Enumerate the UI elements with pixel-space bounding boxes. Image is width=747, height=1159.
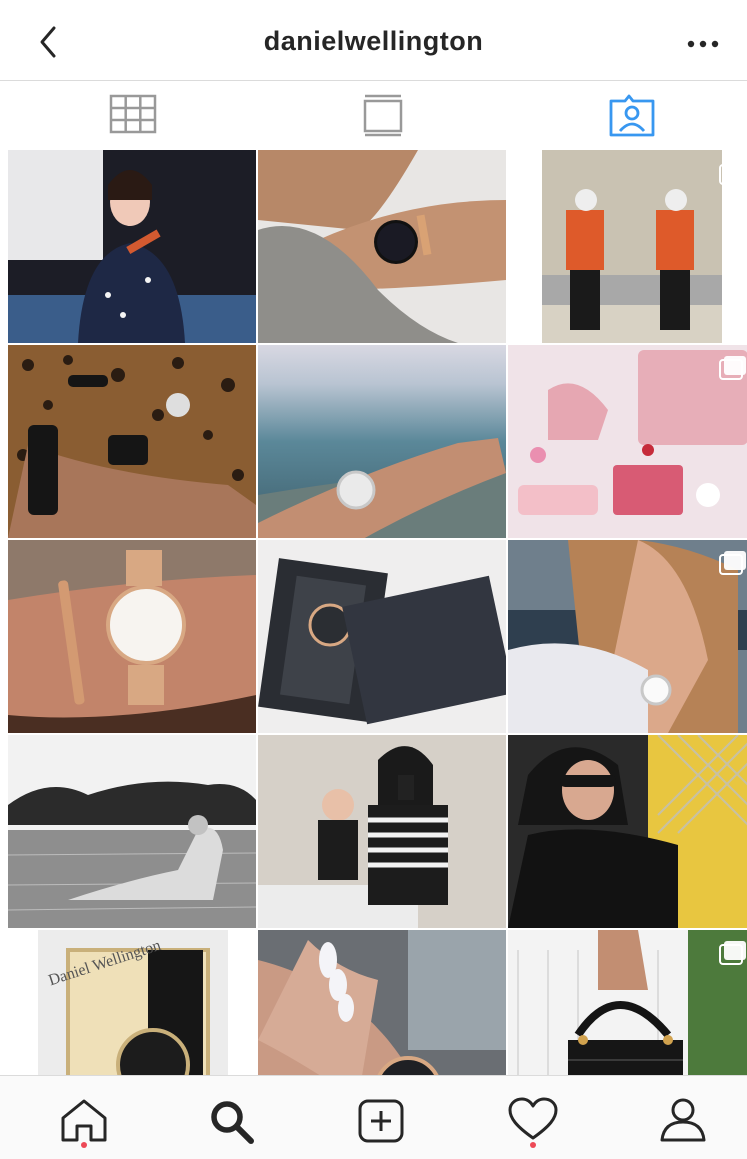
notification-dot — [530, 1142, 536, 1148]
add-post-icon — [358, 1099, 404, 1143]
profile-tabs — [0, 81, 747, 149]
nav-new-post[interactable] — [355, 1096, 409, 1146]
more-options-button[interactable] — [681, 22, 725, 62]
home-icon — [61, 1099, 107, 1142]
nav-profile[interactable] — [656, 1096, 710, 1146]
more-horizontal-icon — [687, 40, 719, 48]
tagged-posts-grid: Daniel Wellington — [8, 150, 747, 1075]
tagged-icon — [609, 94, 655, 137]
post-tile[interactable] — [8, 735, 256, 928]
multiple-photos-icon — [719, 941, 746, 965]
multiple-photos-icon — [719, 551, 746, 575]
post-tile[interactable] — [508, 735, 747, 928]
post-tile[interactable] — [258, 735, 506, 928]
post-tile[interactable] — [8, 540, 256, 733]
post-tile[interactable] — [8, 150, 256, 343]
bottom-navigation — [0, 1075, 747, 1159]
post-tile[interactable]: Daniel Wellington — [8, 930, 256, 1075]
post-tile[interactable] — [508, 930, 747, 1075]
post-tile[interactable] — [258, 150, 506, 343]
post-tile[interactable] — [508, 345, 747, 538]
nav-search[interactable] — [205, 1096, 259, 1146]
notification-dot — [81, 1142, 87, 1148]
tab-feed[interactable] — [359, 93, 409, 137]
tab-tagged[interactable] — [607, 93, 657, 137]
nav-activity[interactable] — [506, 1096, 560, 1148]
search-icon — [211, 1101, 254, 1144]
grid-icon — [109, 94, 157, 134]
multiple-photos-icon — [719, 161, 746, 185]
page-title: danielwellington — [263, 26, 484, 56]
post-tile[interactable] — [258, 345, 506, 538]
post-tile[interactable] — [258, 930, 506, 1075]
post-tile[interactable] — [508, 540, 747, 733]
post-tile[interactable] — [258, 540, 506, 733]
nav-home[interactable] — [57, 1096, 111, 1148]
profile-icon — [660, 1098, 706, 1142]
profile-header: danielwellington — [0, 0, 747, 81]
feed-icon — [363, 94, 403, 137]
tab-grid[interactable] — [108, 93, 158, 137]
heart-icon — [508, 1097, 558, 1140]
post-tile[interactable] — [8, 345, 256, 538]
multiple-photos-icon — [719, 356, 746, 380]
post-tile[interactable] — [508, 150, 747, 343]
